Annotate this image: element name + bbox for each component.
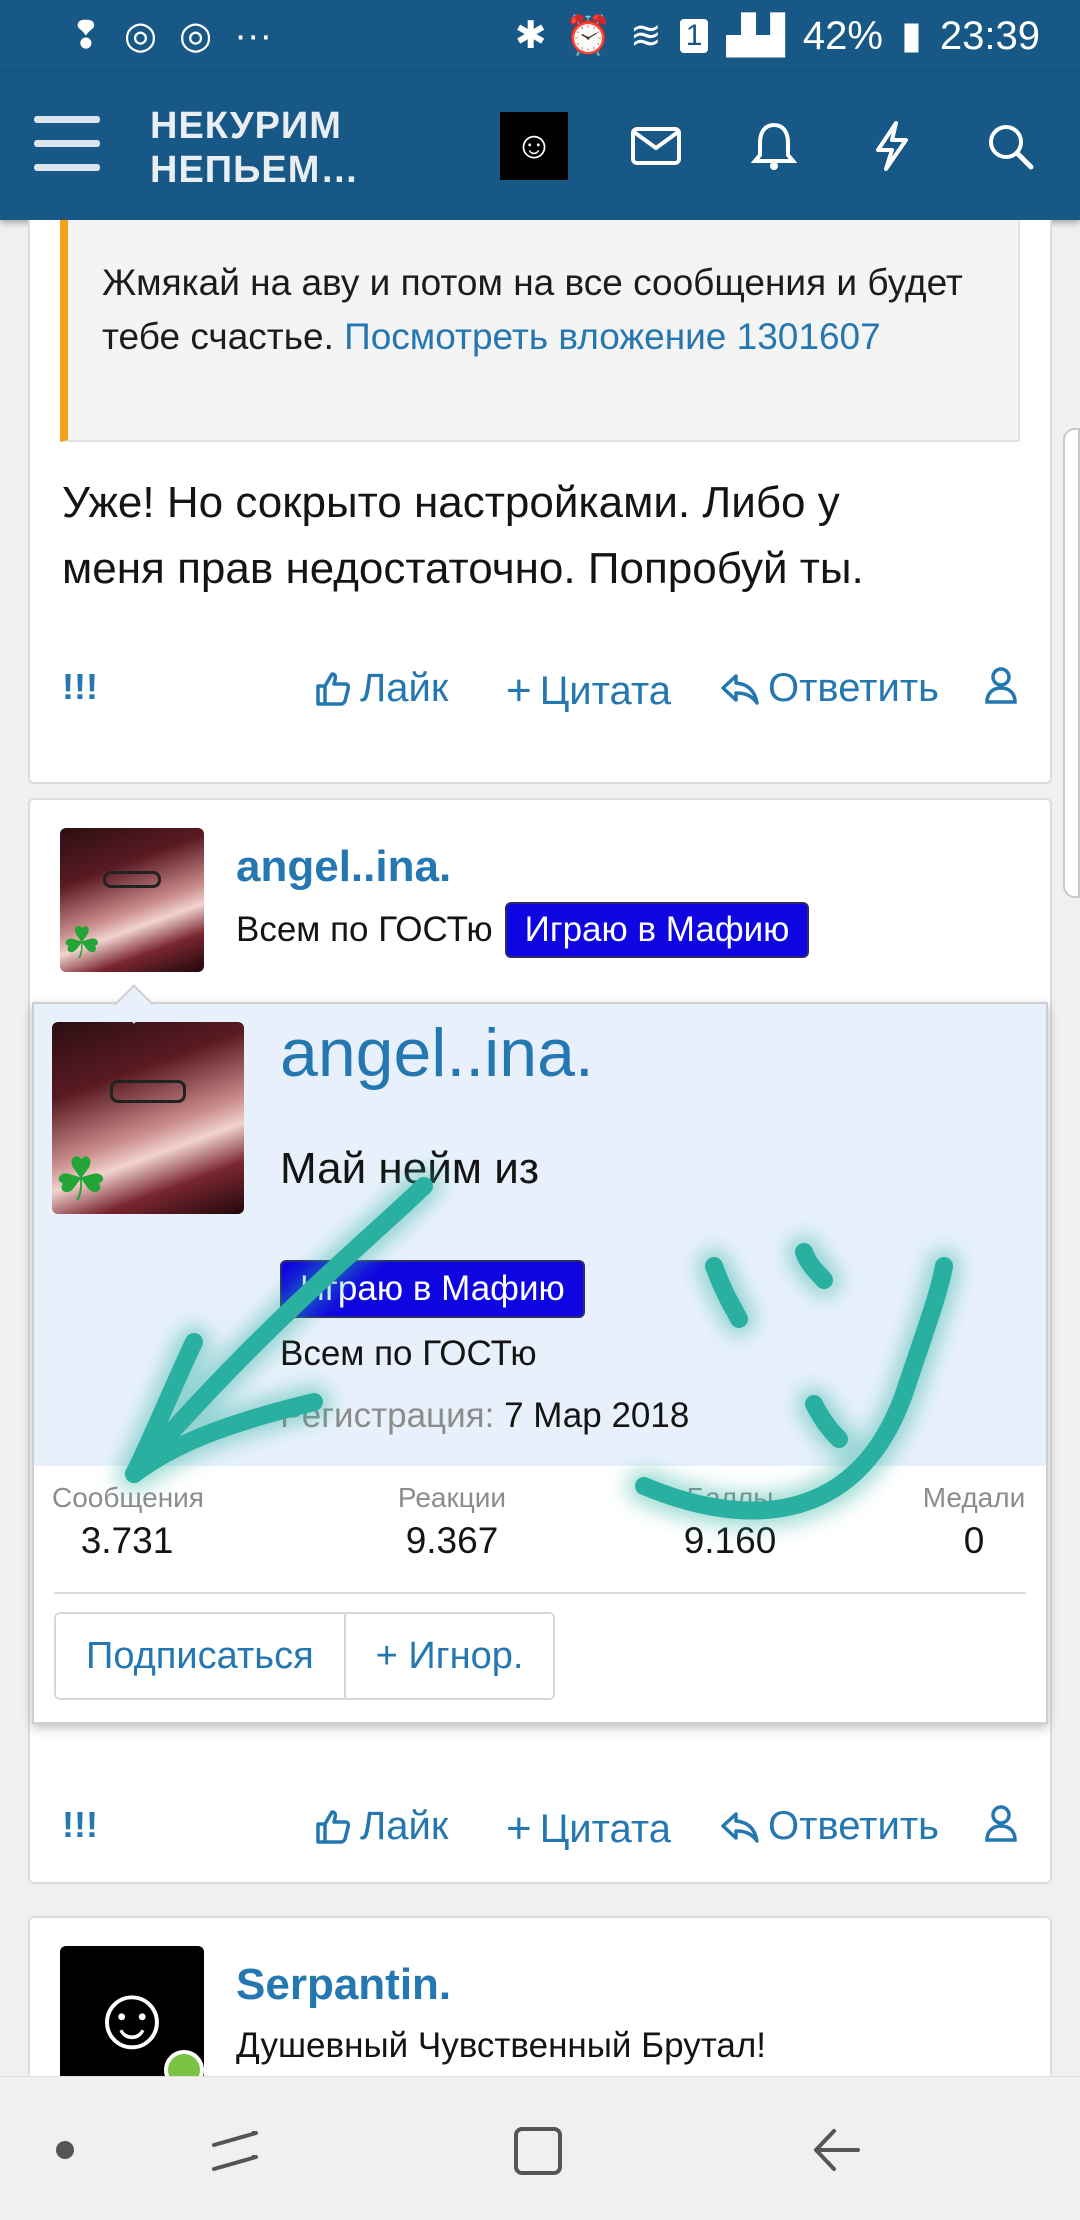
message-line: меня прав недостаточно. Попробуй ты. <box>62 544 864 593</box>
instagram-icon: ◎ <box>179 15 213 57</box>
member-tooltip: ☘ angel..ina. Май нейм из Играю в Мафию … <box>32 1002 1048 1724</box>
logo-line-2: НЕПЬЕМ… <box>150 149 360 191</box>
user-badge: Играю в Мафию <box>504 902 810 958</box>
signal-icon: ▟▟ <box>726 15 785 57</box>
alarm-icon: ⏰ <box>564 15 612 57</box>
quote-label: Цитата <box>539 668 671 713</box>
bell-icon[interactable] <box>746 118 802 174</box>
recent-apps-icon[interactable] <box>208 2125 262 2175</box>
search-icon[interactable] <box>982 118 1038 174</box>
notification-icon: ❢ <box>70 15 102 57</box>
plus-icon: + <box>506 1804 532 1853</box>
lightning-icon[interactable] <box>864 118 920 174</box>
post-actions: !!! Лайк + Цитата Ответить <box>30 1800 1054 1860</box>
reply-button[interactable]: Ответить <box>720 1804 939 1849</box>
thread-content[interactable]: Жмякай на аву и потом на все сообщения и… <box>0 220 1080 2076</box>
wifi-icon: ≋ <box>629 15 662 57</box>
post-actions: !!! Лайк + Цитата Ответить <box>30 662 1054 722</box>
more-dots-icon: ··· <box>234 15 273 57</box>
reply-icon <box>721 673 759 705</box>
battery-icon: ▮ <box>900 15 922 57</box>
like-button[interactable]: Лайк <box>314 666 448 711</box>
system-nav-bar <box>0 2076 1080 2220</box>
plus-icon: + <box>506 666 532 715</box>
like-label: Лайк <box>360 1804 449 1848</box>
status-bar: ❢ ◎ ◎ ··· ✱ ⏰ ≋ 1 ▟▟ 42% ▮ 23:39 <box>0 0 1080 72</box>
thumbs-up-icon <box>316 1809 351 1844</box>
clover-icon: ☘ <box>62 919 102 968</box>
online-indicator <box>164 2050 204 2076</box>
report-link[interactable]: !!! <box>62 666 98 708</box>
post-card: ☺ Serpantin. Душевный Чувственный Брутал… <box>28 1916 1052 2076</box>
thumbs-up-icon <box>316 671 351 706</box>
post-card: Жмякай на аву и потом на все сообщения и… <box>28 220 1052 784</box>
reply-label: Ответить <box>768 1804 939 1848</box>
user-title: Всем по ГОСТю <box>236 910 493 949</box>
drawing-overlay <box>117 1169 961 1528</box>
like-label: Лайк <box>360 666 449 710</box>
site-logo[interactable]: НЕКУРИМ НЕПЬЕМ… <box>150 104 359 192</box>
logo-line-1: НЕКУРИМ <box>150 105 342 147</box>
instagram-icon: ◎ <box>123 15 158 57</box>
user-avatar[interactable]: ☘ <box>60 828 204 972</box>
report-link[interactable]: !!! <box>62 1804 98 1846</box>
dot-icon[interactable] <box>56 2141 74 2159</box>
quote-button[interactable]: + Цитата <box>506 666 671 716</box>
user-title-row: Всем по ГОСТю Играю в Мафию <box>236 902 810 958</box>
sim-label: 1 <box>679 19 709 53</box>
quote-label: Цитата <box>539 1806 671 1851</box>
user-icon[interactable] <box>984 1804 1018 1842</box>
mail-icon[interactable] <box>628 118 684 174</box>
reply-icon <box>721 1811 759 1843</box>
site-avatar[interactable]: ☺ <box>500 112 568 180</box>
user-title: Душевный Чувственный Брутал! <box>236 2026 766 2065</box>
like-button[interactable]: Лайк <box>314 1804 448 1849</box>
username-link[interactable]: angel..ina. <box>236 842 451 892</box>
home-icon[interactable] <box>514 2127 562 2175</box>
clock: 23:39 <box>939 13 1040 58</box>
message-line: Уже! Но сокрыто настройками. Либо у <box>62 478 840 527</box>
quote-block: Жмякай на аву и потом на все сообщения и… <box>60 220 1020 442</box>
reply-label: Ответить <box>768 666 939 710</box>
attachment-link[interactable]: Посмотреть вложение 1301607 <box>344 316 881 357</box>
bluetooth-icon: ✱ <box>514 15 547 57</box>
battery-percent: 42% <box>802 13 883 58</box>
back-icon[interactable] <box>810 2125 864 2175</box>
menu-icon[interactable] <box>34 116 100 172</box>
site-header: НЕКУРИМ НЕПЬЕМ… ☺ <box>0 72 1080 220</box>
user-icon[interactable] <box>984 666 1018 704</box>
reply-button[interactable]: Ответить <box>720 666 939 711</box>
quote-button[interactable]: + Цитата <box>506 1804 671 1854</box>
username-link[interactable]: Serpantin. <box>236 1960 451 2010</box>
user-avatar[interactable]: ☺ <box>60 1946 204 2076</box>
post-message: Уже! Но сокрыто настройками. Либо у меня… <box>62 470 864 602</box>
scrollbar[interactable] <box>1063 428 1080 898</box>
